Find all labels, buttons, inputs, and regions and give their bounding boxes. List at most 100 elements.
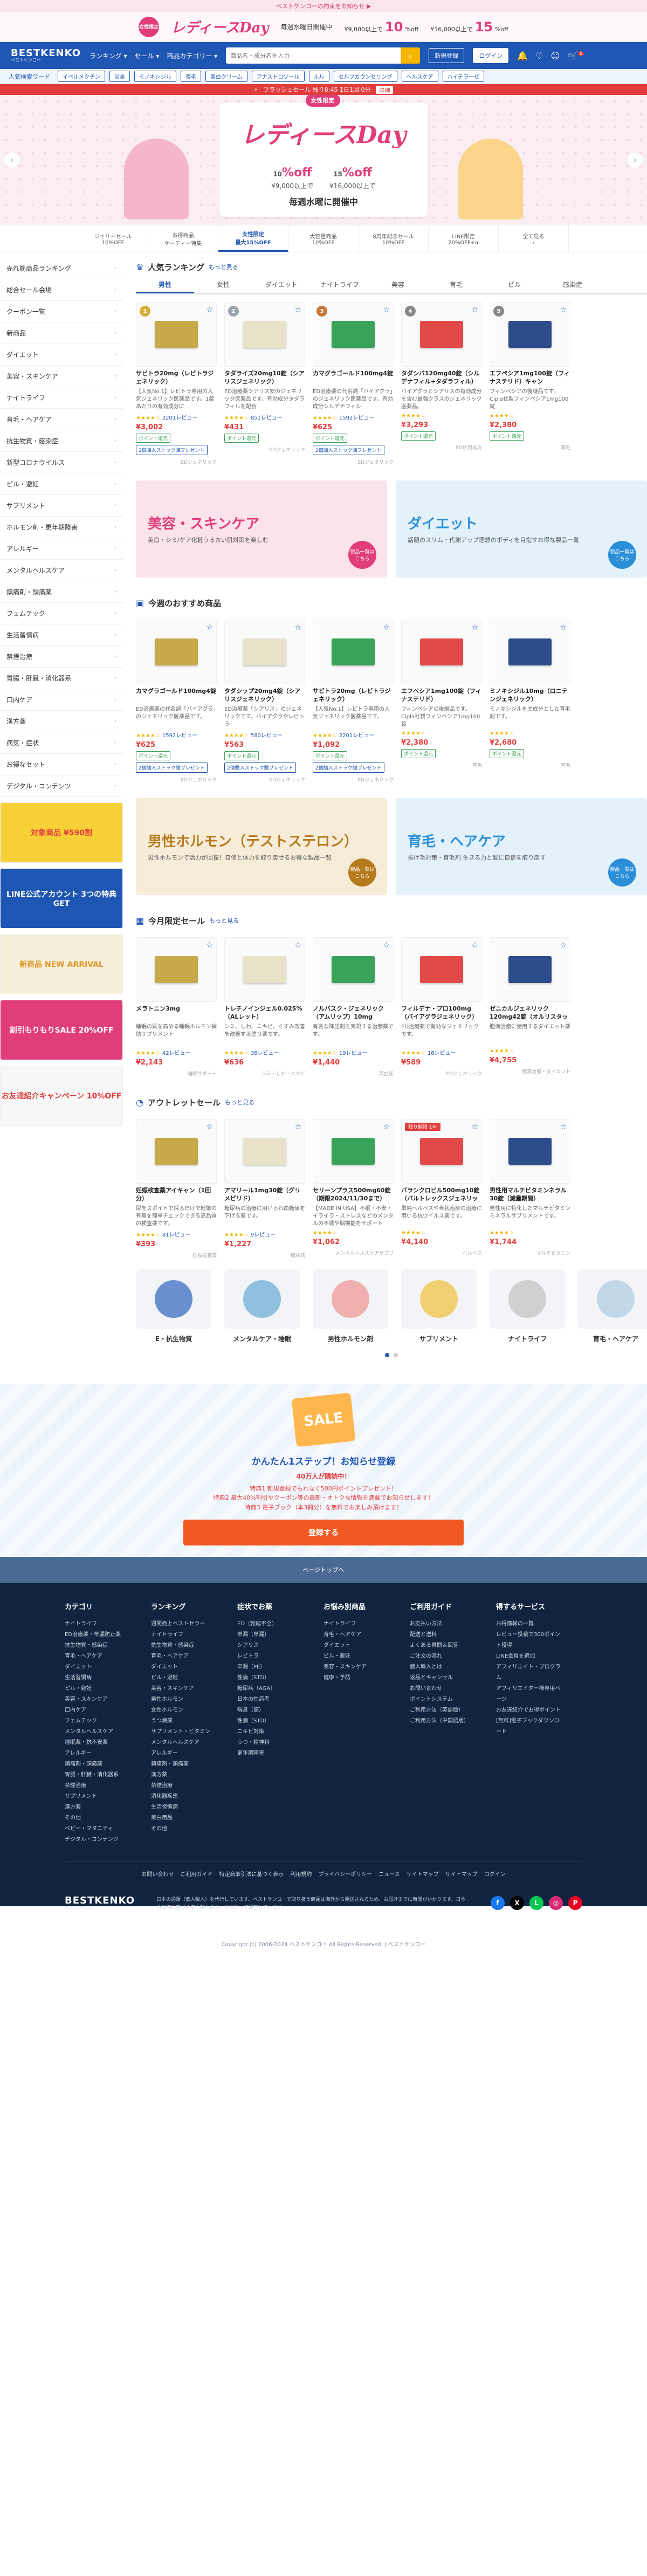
search-chip[interactable]: アナストロゾール (251, 71, 305, 82)
product-card[interactable]: 4 ☆ タダシバ120mg40錠（シルデナフィル+タダラフィル） バイアグラとシアリス… (401, 302, 482, 465)
footer-link[interactable]: レビュー投稿で300ポイント獲得 (496, 1630, 561, 1651)
sidebar-item[interactable]: 抗生物質・感染症 › (0, 430, 123, 452)
footer-link[interactable]: サプリメント (65, 1791, 129, 1802)
footer-link[interactable]: 睡眠薬・抗不安薬 (65, 1737, 129, 1748)
footer-link[interactable]: 早漏（PE） (237, 1662, 302, 1673)
login-button[interactable]: ログイン (473, 48, 509, 63)
product-image[interactable]: ☆ (224, 620, 305, 684)
sidebar-item[interactable]: お得なセット › (0, 754, 123, 775)
x-icon[interactable]: X (510, 1896, 524, 1910)
product-card[interactable]: 3 ☆ カマグラゴールド100mg4錠 ED治療薬の代名詞「バイアグラ」のジェネリック… (313, 302, 394, 465)
search-input[interactable] (226, 47, 401, 64)
footer-link[interactable]: デジタル・コンテンツ (65, 1835, 129, 1845)
search-chip[interactable]: セルフカウンセリング (333, 71, 397, 82)
footer-link[interactable]: アレルギー (65, 1748, 129, 1759)
product-name[interactable]: エフペシア1mg100錠（フィナステリド） (401, 688, 482, 704)
footer-link[interactable]: 美容・スキンケア (65, 1694, 129, 1705)
product-category[interactable]: 育毛 (490, 444, 570, 451)
footer-link[interactable]: フェムテック (65, 1716, 129, 1727)
product-category[interactable]: EDジェネリック (224, 776, 305, 783)
product-name[interactable]: 男性用マルチビタミンネラル30錠（減量期間） (490, 1187, 570, 1203)
hero-carousel[interactable]: ‹ › 女性限定 レディースDay 10%off ¥9,000以上で 15%off… (0, 95, 647, 225)
category-banner[interactable]: 育毛・ヘアケア 抜け毛対策・育毛剤 生きる力と髪に自信を取り戻す 製品一覧はこちら (396, 798, 647, 895)
footer-link[interactable]: 配送と送料 (410, 1630, 474, 1640)
footer-link[interactable]: 禁煙治療 (65, 1781, 129, 1791)
footer-link[interactable]: 返品とキャンセル (410, 1673, 474, 1684)
footer-link[interactable]: お友達紹介でお得ポイント (496, 1705, 561, 1716)
ranking-tab[interactable]: 男性 (136, 276, 194, 293)
campaign-tab[interactable]: お得商品 ケーティー特集 (148, 225, 218, 252)
product-image[interactable]: 5 ☆ (490, 302, 570, 367)
product-card[interactable]: ☆ ミノキシジル10mg（ロニテンジェネリック） ミノキシジルを主成分とした育毛剤で… (490, 620, 570, 783)
favorite-icon[interactable]: ☆ (206, 306, 213, 314)
favorite-icon[interactable]: ☆ (206, 941, 213, 950)
nav-sale[interactable]: セール ▾ (135, 51, 160, 60)
product-category[interactable]: EDジェネリック (136, 458, 217, 465)
product-image[interactable]: 4 ☆ (401, 302, 482, 367)
hero-next-arrow[interactable]: › (628, 152, 643, 168)
review-count[interactable]: 1592レビュー (162, 733, 197, 739)
product-card[interactable]: 2 ☆ タダライズ20mg10錠（シアリスジェネリック） ED治療薬シアリス安のジェネ… (224, 302, 305, 465)
footer-link[interactable]: LINE会員を追加 (496, 1651, 561, 1662)
footer-bottom-link[interactable]: サイトマップ (407, 1870, 439, 1878)
carousel-dot[interactable] (385, 1353, 389, 1357)
newsletter-register-button[interactable]: 登録する (183, 1520, 464, 1546)
product-image[interactable]: ☆ (224, 937, 305, 1002)
footer-bottom-link[interactable]: サイトマップ (445, 1870, 478, 1878)
ranking-tab[interactable]: 女性 (194, 276, 252, 293)
footer-link[interactable]: 生活習慣病 (151, 1802, 216, 1813)
category-tile[interactable]: ナイトライフ (490, 1269, 565, 1343)
favorite-icon[interactable]: ☆ (294, 1123, 301, 1131)
footer-link[interactable]: お問い合わせ (410, 1684, 474, 1694)
sidebar-item[interactable]: フェムテック › (0, 603, 123, 624)
footer-bottom-link[interactable]: ニュース (378, 1870, 400, 1878)
product-image[interactable]: 残り期限 1年 ☆ (401, 1119, 482, 1184)
footer-link[interactable]: 喘息（癌） (237, 1705, 302, 1716)
product-card[interactable]: ☆ フィルデナ・プロ100mg（バイアグラジェネリック） ED治療薬で有効なジェネリ… (401, 937, 482, 1077)
product-image[interactable]: ☆ (490, 1119, 570, 1184)
footer-link[interactable]: ナイトライフ (324, 1619, 388, 1630)
footer-link[interactable]: ED（勃起不全） (237, 1619, 302, 1630)
product-category[interactable]: EDジェネリック (313, 458, 394, 465)
footer-link[interactable]: メンタルヘルスケア (65, 1727, 129, 1737)
footer-link[interactable]: 糖尿病（AGA） (237, 1684, 302, 1694)
ranking-tab[interactable]: 感染症 (543, 276, 602, 293)
banner-button[interactable]: 製品一覧はこちら (348, 541, 376, 569)
favorite-icon[interactable]: ☆ (294, 623, 301, 632)
campaign-tab[interactable]: LINE限定 20%OFF+α (429, 225, 499, 252)
footer-link[interactable]: 日本の性病考 (237, 1694, 302, 1705)
footer-link[interactable]: アレルギー (151, 1748, 216, 1759)
product-image[interactable]: ☆ (313, 620, 394, 684)
bell-icon[interactable]: 🔔 (517, 51, 528, 61)
footer-bottom-link[interactable]: 利用規約 (290, 1870, 312, 1878)
product-name[interactable]: ゼニカルジェネリック120mg42錠（オルリスタット） (490, 1005, 570, 1021)
product-card[interactable]: ☆ トレチノインジェル0.025%（ALレット） シミ、しわ、ニキビ、くすみ改善を改… (224, 937, 305, 1077)
sidebar-banner[interactable]: 新商品 NEW ARRIVAL (0, 934, 123, 994)
outlet-more-link[interactable]: もっと見る (225, 1098, 254, 1107)
product-name[interactable]: タダシップ20mg4錠（シアリスジェネリック） (224, 688, 305, 704)
footer-bottom-link[interactable]: ログイン (484, 1870, 506, 1878)
product-card[interactable]: ☆ エフペシア1mg100錠（フィナステリド） フィンペシアの後継品です。Cipla… (401, 620, 482, 783)
footer-link[interactable]: ED治療薬・早漏防止薬 (65, 1630, 129, 1640)
review-count[interactable]: 19レビュー (339, 1050, 368, 1056)
heart-icon[interactable]: ♡ (535, 51, 543, 61)
product-name[interactable]: サビトラ20mg（レビトラジェネリック） (313, 688, 394, 704)
footer-link[interactable]: 性病（STD） (237, 1673, 302, 1684)
footer-bottom-link[interactable]: お問い合わせ (141, 1870, 174, 1878)
sidebar-item[interactable]: 美容・スキンケア › (0, 366, 123, 387)
sidebar-item[interactable]: デジタル・コンテンツ › (0, 775, 123, 797)
search-chip[interactable]: ミノキシジル (134, 71, 176, 82)
favorite-icon[interactable]: ☆ (560, 1123, 567, 1131)
review-count[interactable]: 18レビュー (428, 1050, 456, 1056)
product-name[interactable]: カマグラゴールド100mg4錠 (136, 688, 217, 704)
footer-logo[interactable]: BESTKENKO ベストケンコー (65, 1896, 135, 1910)
review-count[interactable]: 2201レビュー (339, 733, 374, 739)
footer-link[interactable]: 美容・スキンケア (324, 1662, 388, 1673)
sidebar-item[interactable]: 新型コロナウイルス › (0, 452, 123, 473)
product-name[interactable]: バラシクロビル500mg10錠（バルトレックスジェネリック） (401, 1187, 482, 1203)
favorite-icon[interactable]: ☆ (383, 306, 390, 314)
product-name[interactable]: セリーンプラス500mg60錠（期限2024/11/30まで） (313, 1187, 394, 1203)
category-banner[interactable]: ダイエット 話題のスリム・代謝アップ理想のボディを目指すお得な製品一覧 製品一覧はこ… (396, 480, 647, 578)
campaign-tab[interactable]: 8周年記念セール 10%OFF (359, 225, 429, 252)
footer-link[interactable]: 育毛・ヘアケア (151, 1651, 216, 1662)
